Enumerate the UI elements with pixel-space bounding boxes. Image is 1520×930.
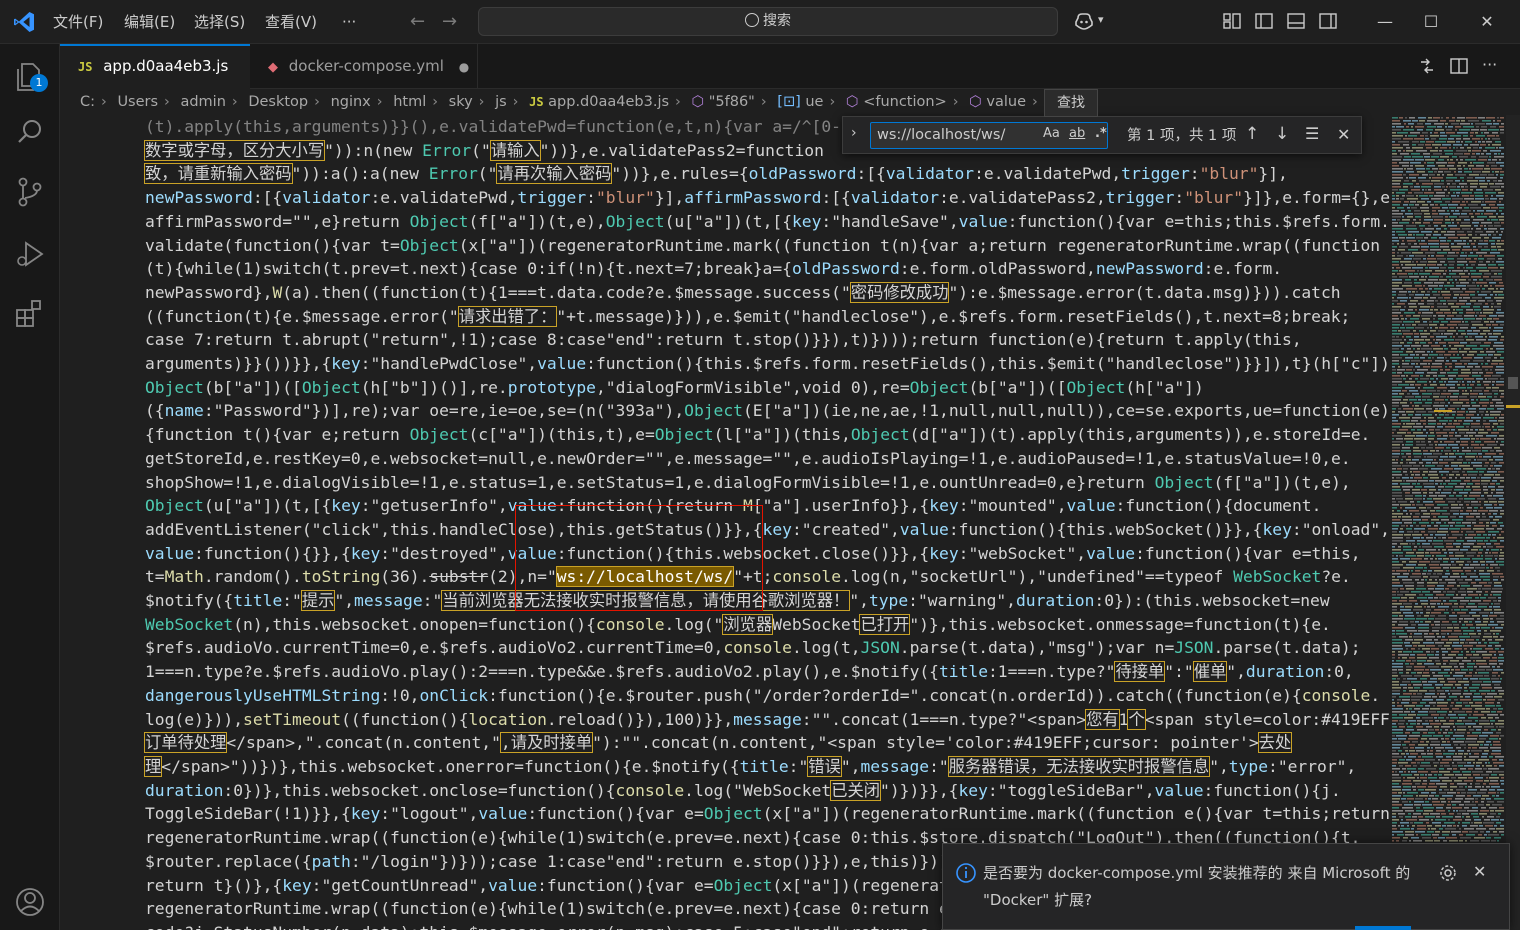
activity-bar: 1 bbox=[0, 44, 60, 930]
unsaved-dot-icon[interactable]: ● bbox=[459, 60, 469, 74]
chevron-right-icon: › bbox=[829, 94, 836, 110]
find-widget: › ws://localhost/ws/ Aa ab .* 第 1 项，共 1 … bbox=[842, 116, 1362, 154]
breadcrumb-item[interactable]: "5f86" bbox=[709, 94, 755, 110]
tab-app-js[interactable]: JS app.d0aa4eb3.js ✕ bbox=[60, 44, 250, 117]
chevron-right-icon: › bbox=[478, 94, 485, 110]
chevron-right-icon: › bbox=[952, 94, 959, 110]
whole-word-icon[interactable]: ab bbox=[1069, 126, 1085, 141]
close-find-icon[interactable]: ✕ bbox=[1337, 125, 1350, 144]
chevron-right-icon: › bbox=[512, 94, 519, 110]
chevron-down-icon[interactable]: ▾ bbox=[1098, 13, 1104, 26]
breadcrumb-item[interactable]: value bbox=[986, 94, 1026, 110]
gear-icon[interactable] bbox=[1437, 862, 1459, 884]
menu-selection[interactable]: 选择(S) bbox=[194, 0, 245, 44]
info-icon bbox=[956, 863, 976, 883]
breadcrumb-item[interactable]: app.d0aa4eb3.js bbox=[548, 94, 669, 110]
breadcrumb-item[interactable]: nginx bbox=[331, 94, 371, 110]
forward-arrow-icon[interactable]: → bbox=[442, 11, 457, 32]
run-debug-icon[interactable] bbox=[12, 236, 48, 272]
match-case-icon[interactable]: Aa bbox=[1043, 126, 1060, 141]
more-actions-icon[interactable]: ··· bbox=[1482, 55, 1497, 74]
toggle-primary-sidebar-icon[interactable] bbox=[1253, 10, 1275, 32]
explorer-badge: 1 bbox=[30, 74, 48, 92]
close-window-button[interactable]: ✕ bbox=[1464, 0, 1510, 44]
minimize-button[interactable]: — bbox=[1362, 0, 1408, 44]
menu-file[interactable]: 文件(F) bbox=[53, 0, 103, 44]
toggle-secondary-sidebar-icon[interactable] bbox=[1317, 10, 1339, 32]
customize-layout-icon[interactable] bbox=[1221, 10, 1243, 32]
search-icon bbox=[745, 13, 759, 27]
scroll-match-marker bbox=[1506, 405, 1520, 408]
js-file-icon: JS bbox=[78, 60, 93, 74]
variable-icon: [⊡] bbox=[777, 94, 801, 110]
editor-tab-bar: JS app.d0aa4eb3.js ✕ ◆ docker-compose.ym… bbox=[60, 44, 1520, 117]
chevron-right-icon: › bbox=[675, 94, 681, 110]
breadcrumb-item[interactable]: html bbox=[393, 94, 426, 110]
chevron-right-icon: › bbox=[101, 94, 107, 110]
breadcrumb-item[interactable]: Users bbox=[117, 94, 158, 110]
split-editor-icon[interactable] bbox=[1449, 56, 1469, 76]
code-editor[interactable]: (t).apply(this,arguments)}}(),e.validate… bbox=[60, 115, 1390, 930]
breadcrumb-item[interactable]: C: bbox=[80, 94, 95, 110]
chevron-right-icon: › bbox=[231, 94, 238, 110]
chevron-right-icon: › bbox=[1032, 94, 1038, 110]
scroll-thumb[interactable] bbox=[1508, 377, 1518, 389]
breadcrumb-item[interactable]: js bbox=[495, 94, 507, 110]
notification-message: 是否要为 docker-compose.yml 安装推荐的 来自 Microso… bbox=[983, 864, 1411, 909]
module-icon: ⬡ bbox=[691, 94, 705, 110]
chevron-right-icon: › bbox=[376, 94, 383, 110]
vscode-logo-icon bbox=[14, 12, 34, 32]
back-arrow-icon[interactable]: ← bbox=[410, 11, 425, 32]
copilot-icon[interactable] bbox=[1073, 10, 1095, 32]
compare-icon[interactable] bbox=[1417, 56, 1437, 76]
search-icon[interactable] bbox=[12, 114, 48, 150]
chevron-right-icon: › bbox=[760, 94, 767, 110]
command-center-search[interactable]: 搜索 bbox=[478, 7, 1058, 36]
menu-more[interactable]: ··· bbox=[342, 0, 356, 44]
toggle-panel-icon[interactable] bbox=[1285, 10, 1307, 32]
breadcrumb-item[interactable]: sky bbox=[449, 94, 473, 110]
toggle-replace-icon[interactable]: › bbox=[851, 125, 857, 141]
method-icon: ⬡ bbox=[969, 94, 982, 110]
menu-edit[interactable]: 编辑(E) bbox=[124, 0, 175, 44]
extensions-icon[interactable] bbox=[12, 296, 48, 332]
breadcrumb-item[interactable]: ue bbox=[805, 94, 823, 110]
account-icon[interactable] bbox=[12, 884, 48, 920]
breadcrumb-item[interactable]: <function> bbox=[863, 94, 947, 110]
minimap-content bbox=[1390, 115, 1506, 930]
find-match-count: 第 1 项，共 1 项 bbox=[1127, 128, 1237, 144]
find-tooltip: 查找 bbox=[1044, 89, 1098, 117]
chevron-right-icon: › bbox=[164, 94, 170, 110]
notification-action-button[interactable] bbox=[1355, 926, 1411, 930]
minimap[interactable] bbox=[1390, 115, 1520, 930]
chevron-right-icon: › bbox=[432, 94, 439, 110]
vertical-scrollbar[interactable] bbox=[1506, 115, 1520, 930]
close-notification-icon[interactable]: ✕ bbox=[1473, 862, 1495, 884]
tab-label: docker-compose.yml bbox=[288, 57, 444, 75]
breadcrumb: C: › Users › admin › Desktop › nginx › html › … bbox=[60, 89, 1520, 115]
next-match-icon[interactable]: ↓ bbox=[1275, 124, 1289, 144]
code-text[interactable]: (t).apply(this,arguments)}}(),e.validate… bbox=[143, 115, 1390, 930]
extension-recommendation-toast: 是否要为 docker-compose.yml 安装推荐的 来自 Microso… bbox=[942, 843, 1510, 930]
source-control-icon[interactable] bbox=[12, 174, 48, 210]
chevron-right-icon: › bbox=[314, 94, 320, 110]
previous-match-icon[interactable]: ↑ bbox=[1245, 124, 1259, 144]
js-file-icon: JS bbox=[529, 95, 544, 109]
title-bar: 文件(F) 编辑(E) 选择(S) 查看(V) ··· ← → 搜索 ▾ — ☐… bbox=[0, 0, 1520, 44]
maximize-button[interactable]: ☐ bbox=[1408, 0, 1454, 44]
menu-view[interactable]: 查看(V) bbox=[265, 0, 317, 44]
regex-icon[interactable]: .* bbox=[1095, 126, 1107, 141]
function-icon: ⬡ bbox=[845, 94, 859, 110]
annotation-red-box bbox=[515, 505, 763, 611]
breadcrumb-item[interactable]: Desktop bbox=[248, 94, 308, 110]
tab-docker-compose[interactable]: ◆ docker-compose.yml ● bbox=[250, 44, 478, 89]
find-in-selection-icon[interactable]: ☰ bbox=[1305, 124, 1319, 143]
search-label: 搜索 bbox=[763, 13, 791, 29]
docker-file-icon: ◆ bbox=[268, 60, 278, 75]
breadcrumb-item[interactable]: admin bbox=[180, 94, 225, 110]
tab-label: app.d0aa4eb3.js bbox=[103, 57, 229, 75]
